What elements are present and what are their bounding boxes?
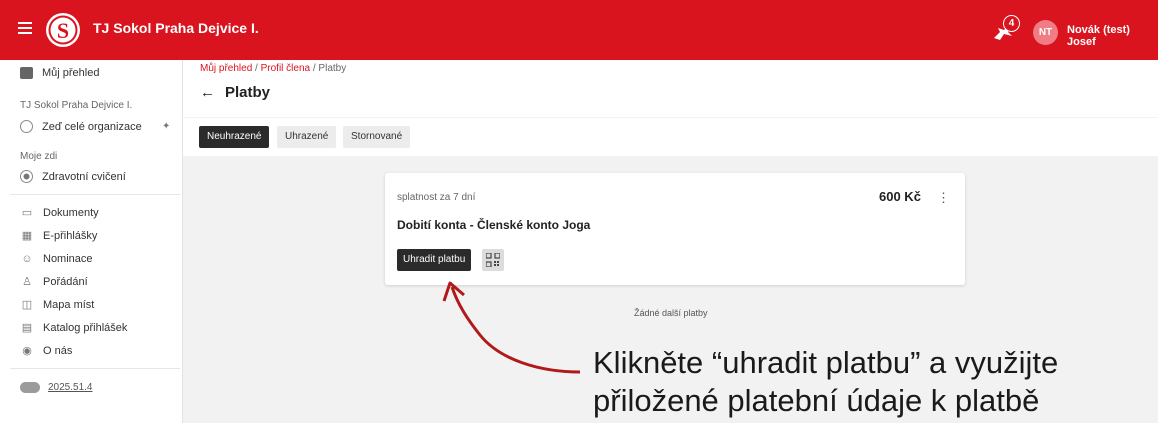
svg-text:S: S [57,18,69,43]
sidebar-item-label: Můj přehled [42,67,100,79]
annotation-line-2: přiložené platební údaje k platbě [593,383,1040,418]
user-name[interactable]: Novák (test) Josef [1067,24,1158,48]
payment-amount: 600 Kč [879,189,921,204]
menu-icon[interactable] [18,22,32,34]
version-info[interactable]: 2025.51.4 [20,382,93,393]
sidebar-item-label: Zdravotní cvičení [42,170,126,183]
sidebar-item-label: Zeď celé organizace [42,120,142,133]
sidebar-divider [10,368,180,369]
breadcrumb-member-profile[interactable]: Profil člena [261,63,310,74]
breadcrumb-separator: / [312,63,316,74]
more-options-icon[interactable]: ⋮ [937,190,950,206]
tab-cancelled[interactable]: Stornované [343,126,411,148]
org-section-heading: TJ Sokol Praha Dejvice I. [20,100,133,111]
sidebar-item-documents[interactable]: ▭ Dokumenty [20,206,99,220]
sidebar-item-catalog[interactable]: ▤ Katalog přihlášek [20,321,128,335]
pay-button[interactable]: Uhradit platbu [397,249,472,271]
org-title[interactable]: TJ Sokol Praha Dejvice I. [93,20,259,36]
wall-icon [20,120,33,133]
breadcrumb-current: Platby [318,63,347,74]
qr-code-button[interactable] [482,249,504,271]
sidebar-item-map[interactable]: ◫ Mapa míst [20,298,95,312]
sidebar-item-health-exercise[interactable]: Zdravotní cvičení [20,170,126,183]
avatar[interactable]: NT [1033,20,1058,45]
due-date: splatnost za 7 dní [397,192,476,203]
back-arrow-icon[interactable]: ← [200,84,215,101]
breadcrumb-overview[interactable]: Můj přehled [200,63,252,74]
shield-icon: ◉ [22,345,32,357]
sidebar-item-label: Mapa míst [43,299,95,311]
sidebar-item-label: Katalog přihlášek [43,322,128,334]
no-more-payments: Žádné další platby [634,308,708,318]
sidebar-item-label: Pořádání [43,276,88,288]
home-icon [20,67,33,79]
folder-icon: ▭ [21,207,33,219]
notification-badge: 4 [1003,15,1020,32]
payment-card: splatnost za 7 dní 600 Kč ⋮ Dobití konta… [385,173,965,285]
sidebar-item-organizing[interactable]: ♙ Pořádání [20,275,88,289]
page-header: Můj přehled / Profil člena / Platby ← Pl… [183,60,1158,117]
version-badge-icon [20,382,40,393]
sidebar-item-overview[interactable]: Můj přehled [20,67,99,79]
pin-icon[interactable]: ✦ [162,121,170,132]
tab-paid[interactable]: Uhrazené [277,126,337,148]
map-icon: ◫ [21,299,33,311]
catalog-icon: ▤ [21,322,33,334]
sidebar-item-nominations[interactable]: ☺ Nominace [20,252,93,266]
annotation-line-1: Klikněte “uhradit platbu” a využijte [593,345,1059,380]
page-title-text: Platby [225,84,271,101]
page-title: ← Platby [200,84,270,101]
sokol-logo[interactable]: S [44,11,82,49]
tabs-bar: Neuhrazené Uhrazené Stornované [183,118,1158,156]
sidebar-item-label: E-přihlášky [43,230,98,242]
sidebar-item-about[interactable]: ◉ O nás [20,344,72,358]
annotation-text: Klikněte “uhradit platbu” a využijte při… [593,344,1058,420]
sidebar-divider [10,194,180,195]
wall-icon [20,170,33,183]
breadcrumb: Můj přehled / Profil člena / Platby [200,63,346,74]
sidebar-item-label: Nominace [43,253,93,265]
sidebar-item-e-applications[interactable]: ▦ E-přihlášky [20,229,98,243]
organize-icon: ♙ [22,276,32,288]
top-bar: S TJ Sokol Praha Dejvice I. 4 NT Novák (… [0,0,1158,60]
sidebar-item-label: O nás [43,345,73,357]
my-walls-heading: Moje zdi [20,151,58,162]
payment-title: Dobití konta - Členské konto Joga [397,218,591,232]
people-icon: ☺ [21,253,33,265]
tab-unpaid[interactable]: Neuhrazené [199,126,270,148]
calendar-icon: ▦ [21,230,33,242]
sidebar-item-label: Dokumenty [43,207,99,219]
version-number[interactable]: 2025.51.4 [48,382,93,393]
qr-code-icon [486,253,500,267]
sidebar-item-org-wall[interactable]: Zeď celé organizace [20,120,142,133]
breadcrumb-separator: / [255,63,258,74]
